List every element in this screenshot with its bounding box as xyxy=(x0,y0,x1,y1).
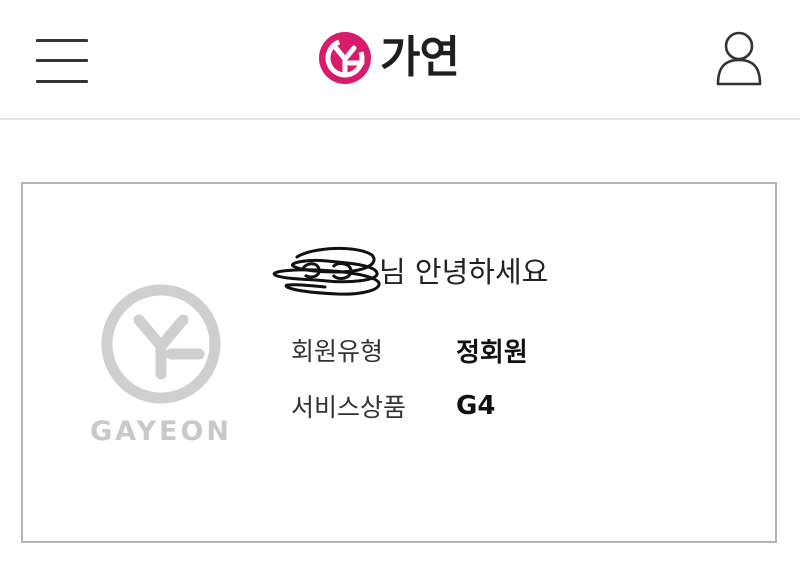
membership-type-value: 정회원 xyxy=(456,337,528,368)
gayeon-logo-icon xyxy=(319,32,371,84)
user-icon xyxy=(716,31,762,86)
gayeon-watermark-icon xyxy=(101,284,221,404)
menu-bar xyxy=(36,80,88,83)
service-product-label: 서비스상품 xyxy=(291,393,407,422)
menu-bar xyxy=(36,59,88,62)
greeting-row: 님 안녕하세요 xyxy=(267,247,549,296)
app-header: 가연 xyxy=(0,0,800,120)
membership-type-label: 회원유형 xyxy=(291,337,384,366)
menu-bar xyxy=(36,39,88,42)
gayeon-watermark: GAYEON xyxy=(81,284,241,454)
service-product-row: 서비스상품 G4 xyxy=(291,388,495,424)
redacted-name-scribble xyxy=(272,247,381,296)
hamburger-menu-button[interactable] xyxy=(36,38,88,84)
user-account-button[interactable] xyxy=(714,30,764,88)
greeting-text: 님 안녕하세요 xyxy=(379,255,549,289)
service-product-value: G4 xyxy=(456,391,496,421)
brand-logo[interactable]: 가연 xyxy=(318,30,460,86)
membership-type-row: 회원유형 정회원 xyxy=(291,332,528,368)
member-info-card: GAYEON 님 안녕하세요 회원유형 정회원 서비스상품 G4 xyxy=(21,182,777,543)
brand-name: 가연 xyxy=(380,32,460,83)
watermark-text: GAYEON xyxy=(89,416,233,447)
